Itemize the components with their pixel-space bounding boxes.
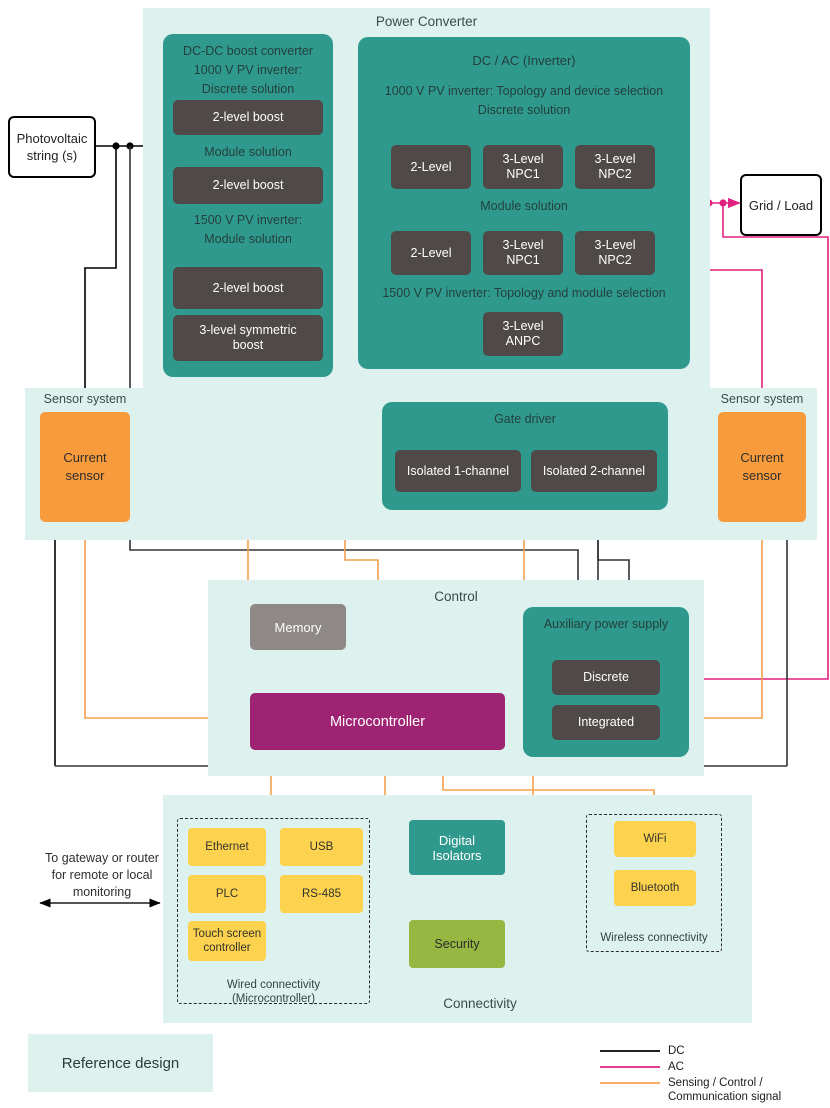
inverter-chip-3level-npc1-discrete[interactable]: 3-Level NPC1 <box>483 145 563 189</box>
sensor-left-title: Sensor system <box>43 392 127 406</box>
inverter-title: DC / AC (Inverter) <box>472 53 576 68</box>
legend-lines <box>600 1050 660 1084</box>
boost-sub3: 1500 V PV inverter: Module solution <box>193 213 303 246</box>
current-sensor-left[interactable]: Current sensor <box>40 412 130 522</box>
connectivity-title: Connectivity <box>443 996 517 1011</box>
wireless-item-bluetooth[interactable]: Bluetooth <box>614 870 696 906</box>
inverter-chip-3level-npc2-module[interactable]: 3-Level NPC2 <box>575 231 655 275</box>
grid-load-box[interactable]: Grid / Load <box>740 174 822 236</box>
inverter-sub1: 1000 V PV inverter: Topology and device … <box>384 84 664 117</box>
security-box[interactable]: Security <box>409 920 505 968</box>
aux-power-chip-discrete[interactable]: Discrete <box>552 660 660 695</box>
aux-power-chip-integrated[interactable]: Integrated <box>552 705 660 740</box>
gateway-note: To gateway or router for remote or local… <box>45 851 159 899</box>
wireless-connectivity-label: Wireless connectivity <box>600 932 708 944</box>
wireless-item-wifi[interactable]: WiFi <box>614 821 696 857</box>
control-title: Control <box>434 589 478 604</box>
boost-chip-2level-module[interactable]: 2-level boost <box>173 167 323 204</box>
boost-sub2: Module solution <box>204 145 292 159</box>
wired-item-plc[interactable]: PLC <box>188 875 266 913</box>
gate-driver-chip-isolated-2ch[interactable]: Isolated 2-channel <box>531 450 657 492</box>
boost-chip-3level-symmetric[interactable]: 3-level symmetric boost <box>173 315 323 361</box>
inverter-chip-2level-discrete[interactable]: 2-Level <box>391 145 471 189</box>
gate-driver-chip-isolated-1ch[interactable]: Isolated 1-channel <box>395 450 521 492</box>
power-converter-title: Power Converter <box>375 14 478 29</box>
wired-item-usb[interactable]: USB <box>280 828 363 866</box>
legend-label-signal: Sensing / Control / Communication signal <box>668 1077 782 1103</box>
inverter-chip-3level-npc1-module[interactable]: 3-Level NPC1 <box>483 231 563 275</box>
memory-box[interactable]: Memory <box>250 604 346 650</box>
boost-chip-2level-discrete[interactable]: 2-level boost <box>173 100 323 135</box>
inverter-sub2: Module solution <box>480 199 568 213</box>
legend-label-ac: AC <box>668 1061 684 1073</box>
inverter-sub3: 1500 V PV inverter: Topology and module … <box>382 286 666 300</box>
photovoltaic-string-box[interactable]: Photovoltaic string (s) <box>8 116 96 178</box>
wired-item-ethernet[interactable]: Ethernet <box>188 828 266 866</box>
aux-power-title: Auxiliary power supply <box>543 617 669 631</box>
legend-label-dc: DC <box>668 1045 685 1057</box>
gate-driver-title: Gate driver <box>494 412 556 426</box>
reference-design-chip: Reference design <box>28 1034 213 1092</box>
microcontroller-box[interactable]: Microcontroller <box>250 693 505 750</box>
boost-chip-2level-1500v[interactable]: 2-level boost <box>173 267 323 309</box>
current-sensor-right[interactable]: Current sensor <box>718 412 806 522</box>
wired-connectivity-label: Wired connectivity (Microcontroller) <box>226 979 321 1005</box>
wired-item-touch-screen-controller[interactable]: Touch screen controller <box>188 921 266 961</box>
boost-title: DC-DC boost converter <box>183 44 313 58</box>
boost-sub1: 1000 V PV inverter: Discrete solution <box>193 63 303 96</box>
inverter-chip-3level-npc2-discrete[interactable]: 3-Level NPC2 <box>575 145 655 189</box>
sensor-right-title: Sensor system <box>720 392 804 406</box>
inverter-chip-2level-module[interactable]: 2-Level <box>391 231 471 275</box>
digital-isolators-box[interactable]: Digital Isolators <box>409 820 505 875</box>
wired-item-rs485[interactable]: RS-485 <box>280 875 363 913</box>
inverter-chip-3level-anpc[interactable]: 3-Level ANPC <box>483 312 563 356</box>
